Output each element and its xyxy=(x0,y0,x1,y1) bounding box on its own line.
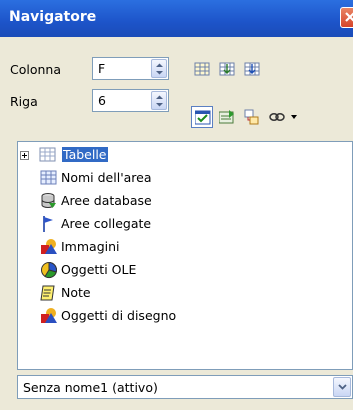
contents-toggle-button[interactable] xyxy=(191,106,213,128)
window-title: Navigatore xyxy=(9,9,97,25)
spin-arrows-icon xyxy=(156,63,163,75)
data-range-icon xyxy=(194,62,210,76)
tree-item-label: Oggetti OLE xyxy=(61,262,137,277)
tree-item-database-ranges[interactable]: Aree database xyxy=(40,192,240,210)
end-icon xyxy=(244,62,260,76)
tree-item-tables[interactable]: Tabelle xyxy=(20,146,221,164)
tree-item-label: Immagini xyxy=(61,239,120,254)
tree-item-label: Note xyxy=(61,285,91,300)
tree-item-notes[interactable]: Note xyxy=(40,284,240,302)
navigator-tree[interactable]: Tabelle Nomi dell'area Aree database Are… xyxy=(17,141,353,370)
tree-item-ole-objects[interactable]: Oggetti OLE xyxy=(40,261,240,279)
range-names-icon xyxy=(40,170,57,185)
column-spin-buttons[interactable] xyxy=(151,59,167,78)
table-icon xyxy=(39,147,56,162)
tree-item-label: Aree database xyxy=(61,193,152,208)
start-icon xyxy=(219,62,235,76)
chevron-down-icon xyxy=(338,384,347,390)
images-icon xyxy=(41,239,57,254)
title-bar: Navigatore xyxy=(0,0,353,37)
row-spin-buttons[interactable] xyxy=(151,91,167,110)
drawing-objects-icon xyxy=(41,308,57,323)
link-icon xyxy=(269,113,297,121)
tree-item-label: Oggetti di disegno xyxy=(61,308,177,323)
data-range-button[interactable] xyxy=(191,58,213,80)
scenarios-button[interactable] xyxy=(216,106,238,128)
tree-item-linked-areas[interactable]: Aree collegate xyxy=(40,215,240,233)
column-spin-field[interactable]: F xyxy=(92,57,169,80)
tree-item-label: Nomi dell'area xyxy=(61,170,152,185)
close-button[interactable] xyxy=(340,7,353,28)
column-label: Colonna xyxy=(10,62,62,77)
plus-icon xyxy=(22,153,27,158)
document-select[interactable]: Senza nome1 (attivo) xyxy=(17,375,353,399)
tree-item-label: Aree collegate xyxy=(61,216,152,231)
scenarios-icon xyxy=(219,110,234,124)
spin-arrows-icon xyxy=(156,95,163,107)
document-select-dropdown-button[interactable] xyxy=(333,377,351,397)
tree-item-range-names[interactable]: Nomi dell'area xyxy=(40,169,240,187)
drag-mode-icon xyxy=(244,109,259,125)
note-icon xyxy=(40,285,55,301)
document-select-value: Senza nome1 (attivo) xyxy=(23,380,158,395)
close-icon xyxy=(345,12,353,22)
database-icon xyxy=(41,193,56,208)
column-value: F xyxy=(98,61,106,76)
contents-icon xyxy=(195,110,211,125)
start-button[interactable] xyxy=(216,58,238,80)
tree-item-images[interactable]: Immagini xyxy=(40,238,240,256)
ole-objects-icon xyxy=(41,261,57,279)
link-mode-dropdown-button[interactable] xyxy=(266,106,302,128)
tree-item-label: Tabelle xyxy=(62,147,108,162)
row-value: 6 xyxy=(98,93,106,108)
row-spin-field[interactable]: 6 xyxy=(92,89,169,112)
row-label: Riga xyxy=(10,94,38,109)
end-button[interactable] xyxy=(241,58,263,80)
drag-mode-button[interactable] xyxy=(241,106,263,128)
expand-toggle[interactable] xyxy=(20,151,29,160)
tree-item-drawing-objects[interactable]: Oggetti di disegno xyxy=(40,307,240,325)
linked-areas-icon xyxy=(43,216,53,232)
